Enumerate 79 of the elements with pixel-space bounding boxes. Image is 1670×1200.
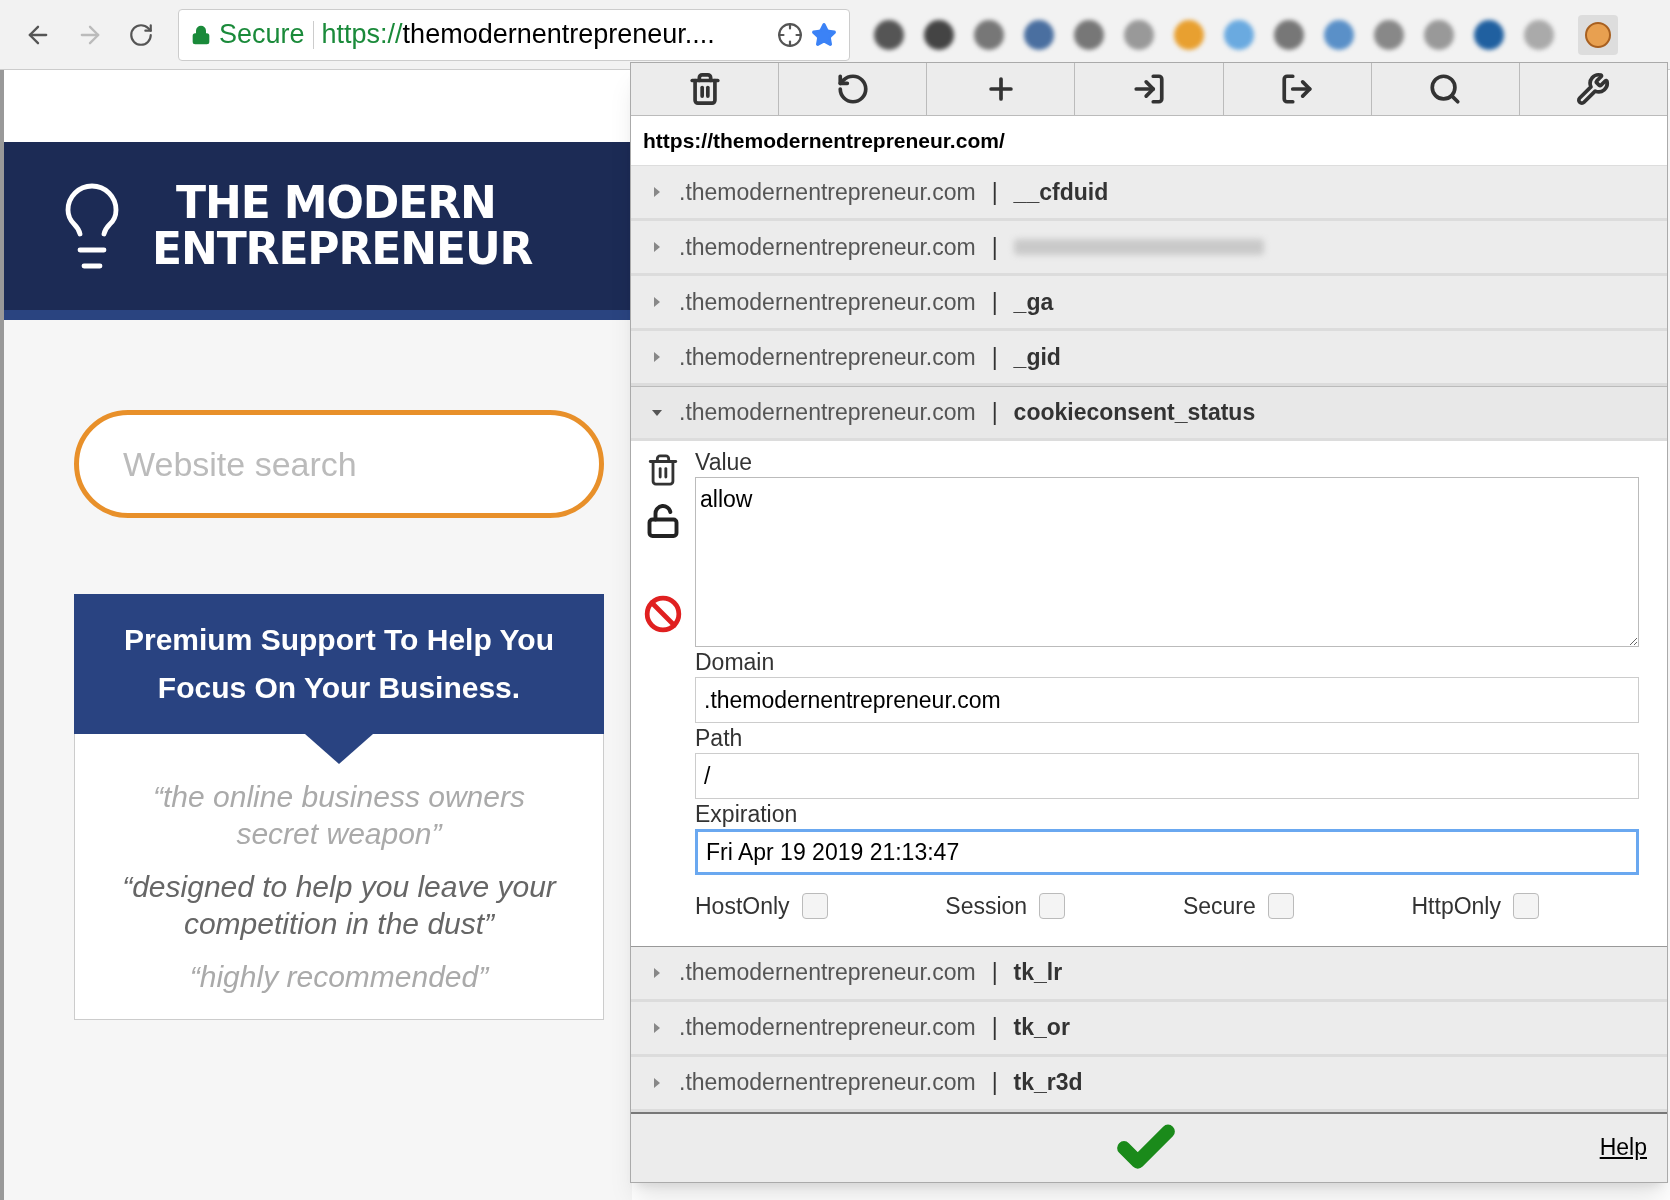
extension-icon[interactable] — [1274, 19, 1304, 50]
site-url: https://themodernentrepreneur.com/ — [643, 127, 1005, 154]
promo-title: Premium Support To Help You Focus On Your Business. — [123, 622, 555, 706]
cookie-row[interactable]: .themodernentrepreneur.com | tk_or — [631, 1001, 1667, 1057]
cookie-row[interactable]: .themodernentrepreneur.com | tk_lr — [631, 946, 1667, 1002]
cookie-name: tk_r3d — [1013, 1068, 1083, 1098]
quote-text: “highly recommended” — [189, 959, 489, 995]
field-label: Value — [695, 448, 754, 477]
field-label: Domain — [695, 648, 776, 677]
extension-icon[interactable] — [1474, 19, 1504, 50]
cookie-row[interactable]: .themodernentrepreneur.com | _gid — [631, 331, 1667, 386]
extension-icon[interactable] — [1074, 19, 1104, 50]
search-icon — [1428, 72, 1463, 106]
field-label: Path — [695, 724, 744, 753]
cookie-name: tk_or — [1013, 1013, 1070, 1043]
quote-text: “the online business owners secret weapon” — [152, 779, 526, 852]
trash-icon[interactable] — [646, 453, 680, 487]
separator: | — [991, 1068, 998, 1098]
checkbox[interactable] — [1513, 893, 1539, 920]
cookie-domain: .themodernentrepreneur.com — [679, 958, 976, 988]
search-bar[interactable]: Website search — [74, 410, 604, 518]
separator: | — [991, 1013, 998, 1043]
cookie-domain: .themodernentrepreneur.com — [679, 177, 976, 207]
cookie-icon[interactable] — [1578, 14, 1618, 55]
site-logo[interactable]: THE MODERN ENTREPRENEUR — [152, 180, 533, 272]
cookie-name: __cfduid — [1013, 177, 1109, 207]
separator: | — [991, 232, 998, 262]
flag-label: HostOnly — [695, 892, 790, 921]
flag-label: Secure — [1182, 892, 1256, 921]
checkbox[interactable] — [1039, 893, 1066, 920]
sign-in-icon — [1132, 72, 1166, 106]
separator: | — [991, 342, 998, 372]
undo-icon — [835, 72, 870, 106]
cookie-domain: .themodernentrepreneur.com — [679, 287, 976, 317]
checkbox[interactable] — [1267, 893, 1294, 920]
cookie-domain: .themodernentrepreneur.com — [679, 232, 976, 262]
flag-label: HttpOnly — [1411, 892, 1501, 921]
secure-label: Secure — [219, 18, 305, 52]
block-icon[interactable] — [644, 595, 682, 633]
cookie-domain: .themodernentrepreneur.com — [679, 1068, 976, 1098]
star-icon[interactable] — [811, 21, 837, 48]
cookie-row[interactable]: .themodernentrepreneur.com | _ga — [631, 276, 1667, 331]
cookie-domain: .themodernentrepreneur.com — [679, 342, 976, 372]
text-field[interactable]: Fri Apr 19 2019 21:13:47 — [695, 829, 1639, 875]
cookie-name: _gid — [1013, 342, 1061, 372]
cookie-name: _ga — [1013, 287, 1054, 317]
cookie-row[interactable]: .themodernentrepreneur.com | tk_r3d — [631, 1056, 1667, 1112]
cookie-row[interactable]: .themodernentrepreneur.com | — [631, 221, 1667, 276]
cookie-domain: .themodernentrepreneur.com — [679, 398, 976, 428]
separator: | — [991, 287, 998, 317]
url-text: https://themodernentrepreneur.... — [321, 18, 715, 52]
checkbox[interactable] — [801, 893, 828, 920]
search-field[interactable]: Website search — [123, 438, 566, 490]
lock-icon — [191, 24, 211, 45]
trash-icon — [687, 72, 722, 106]
reload-icon[interactable] — [128, 21, 154, 48]
value-field[interactable]: allow — [695, 477, 1639, 647]
help-link[interactable]: Help — [1599, 1130, 1647, 1165]
extension-icon[interactable] — [1024, 19, 1054, 50]
unlocked-icon[interactable] — [645, 503, 681, 539]
text-field[interactable]: / — [695, 753, 1639, 799]
cookie-row[interactable]: .themodernentrepreneur.com | cookieconsent_status — [631, 386, 1667, 441]
address-bar[interactable]: Secure https://themodernentrepreneur.... — [178, 8, 850, 61]
separator: | — [991, 177, 998, 207]
text-field[interactable]: .themodernentrepreneur.com — [695, 677, 1639, 723]
extension-icon[interactable] — [974, 19, 1004, 50]
cookie-name: cookieconsent_status — [1013, 398, 1256, 428]
extension-icon[interactable] — [924, 19, 954, 50]
flag-label: Session — [945, 892, 1028, 921]
cookie-name: tk_lr — [1013, 958, 1063, 988]
cookie-domain: .themodernentrepreneur.com — [679, 1013, 976, 1043]
cookie-row[interactable]: .themodernentrepreneur.com | __cfduid — [631, 166, 1667, 221]
quote-text: “designed to help you leave your competition in the dust” — [121, 869, 558, 942]
crosshair-icon[interactable] — [777, 21, 803, 48]
field-label: Expiration — [695, 800, 799, 829]
extension-icon[interactable] — [874, 19, 904, 50]
wrench-icon — [1576, 72, 1611, 106]
separator: | — [991, 398, 998, 428]
separator: | — [991, 958, 998, 988]
